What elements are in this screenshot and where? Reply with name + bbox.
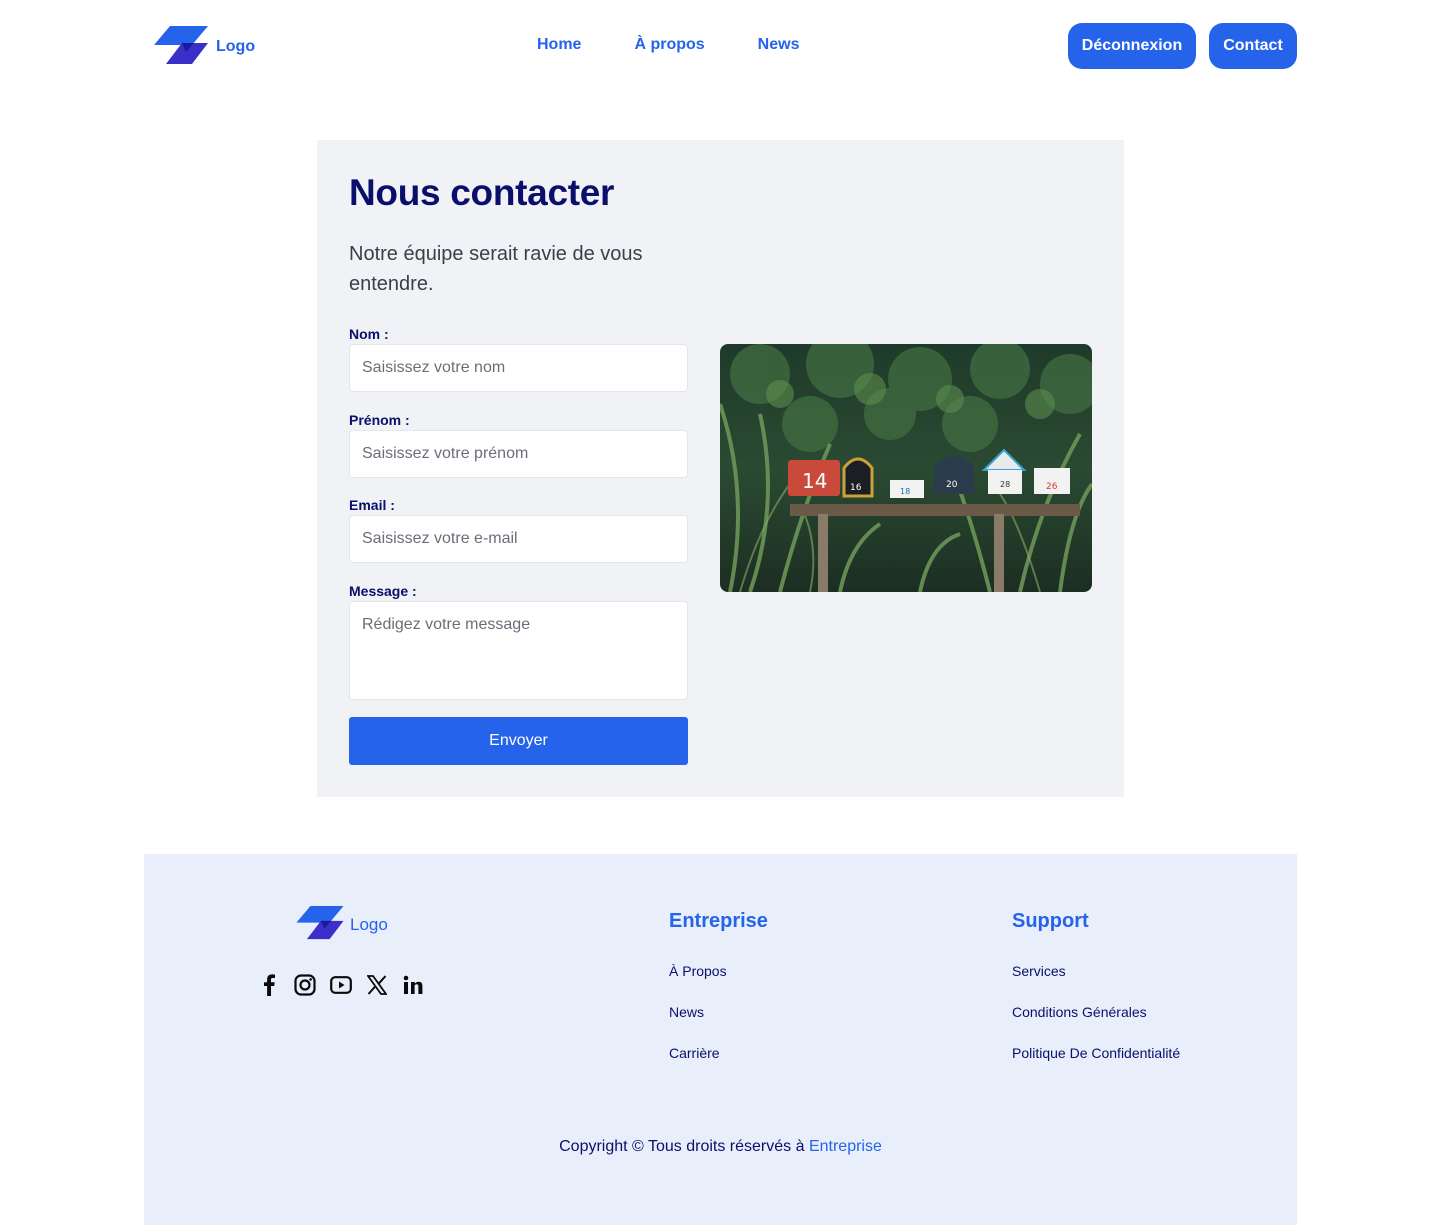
mailbox-number: 14 xyxy=(802,469,827,493)
footer-col-support: Support Services Conditions Générales Po… xyxy=(1012,910,1180,1086)
footer-link-careers[interactable]: Carrière xyxy=(669,1045,768,1061)
header-logo[interactable]: Logo xyxy=(154,26,255,65)
facebook-icon[interactable] xyxy=(258,974,280,996)
logo-text: Logo xyxy=(216,37,256,55)
mailbox-number: 28 xyxy=(1000,480,1010,489)
email-label: Email : xyxy=(349,497,395,513)
footer-link-news[interactable]: News xyxy=(669,1004,768,1020)
site-footer: Logo Entreprise À Propos News Carrière S… xyxy=(144,854,1297,1225)
footer-col-title: Entreprise xyxy=(669,910,768,932)
page-subtitle: Notre équipe serait ravie de vous entend… xyxy=(349,243,643,295)
prenom-input[interactable] xyxy=(349,430,688,478)
site-header: Logo Home À propos News Déconnexion Cont… xyxy=(0,0,1441,92)
nav-home[interactable]: Home xyxy=(537,36,581,54)
email-input[interactable] xyxy=(349,515,688,563)
mailboxes-photo: 14 16 18 20 28 26 xyxy=(720,344,1092,592)
mailbox-number: 16 xyxy=(850,483,862,493)
x-icon[interactable] xyxy=(366,974,388,996)
copyright-text: Copyright © Tous droits réservés à xyxy=(559,1138,805,1155)
nav-news[interactable]: News xyxy=(758,36,800,54)
copyright-link[interactable]: Entreprise xyxy=(809,1138,882,1155)
copyright: Copyright © Tous droits réservés à Entre… xyxy=(144,1138,1297,1156)
footer-col-title: Support xyxy=(1012,910,1089,932)
footer-link-terms[interactable]: Conditions Générales xyxy=(1012,1004,1180,1020)
footer-link-about[interactable]: À Propos xyxy=(669,963,768,979)
logo-icon xyxy=(296,906,344,940)
instagram-icon[interactable] xyxy=(294,974,316,996)
logo-icon xyxy=(154,26,208,64)
message-textarea[interactable] xyxy=(349,601,688,700)
nom-input[interactable] xyxy=(349,344,688,392)
logout-button[interactable]: Déconnexion xyxy=(1068,23,1196,69)
linkedin-icon[interactable] xyxy=(402,974,424,996)
nav-about[interactable]: À propos xyxy=(634,36,704,54)
footer-col-entreprise: Entreprise À Propos News Carrière xyxy=(669,910,768,1086)
main-nav: Home À propos News xyxy=(537,36,799,54)
submit-button[interactable]: Envoyer xyxy=(349,717,688,765)
prenom-label: Prénom : xyxy=(349,412,410,428)
mailbox-number: 20 xyxy=(946,480,958,490)
mailbox-number: 26 xyxy=(1046,482,1058,492)
contact-card: Nous contacter Notre équipe serait ravie… xyxy=(317,140,1124,797)
youtube-icon[interactable] xyxy=(330,974,352,996)
page-title: Nous contacter xyxy=(349,172,615,213)
nom-label: Nom : xyxy=(349,326,389,342)
message-label: Message : xyxy=(349,583,417,599)
footer-logo[interactable]: Logo xyxy=(296,906,388,940)
logo-text: Logo xyxy=(350,915,388,934)
contact-button[interactable]: Contact xyxy=(1209,23,1297,69)
social-links xyxy=(258,974,424,996)
mailbox-number: 18 xyxy=(900,487,910,496)
footer-link-services[interactable]: Services xyxy=(1012,963,1180,979)
footer-link-privacy[interactable]: Politique De Confidentialité xyxy=(1012,1045,1180,1061)
